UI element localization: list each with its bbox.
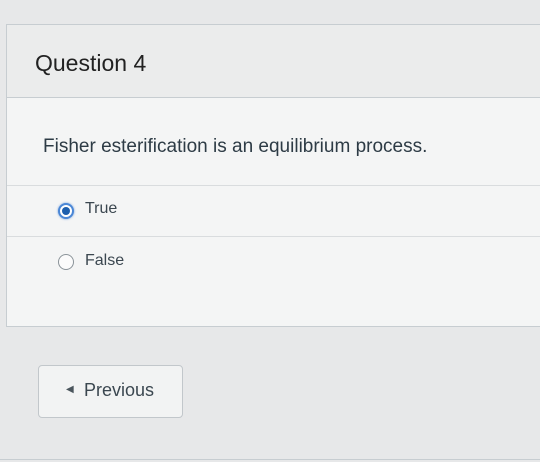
- question-title: Question 4: [35, 50, 147, 76]
- answer-option-true[interactable]: True: [7, 185, 540, 236]
- previous-button[interactable]: ◀ Previous: [38, 365, 183, 418]
- question-text: Fisher esterification is an equilibrium …: [43, 136, 428, 157]
- previous-label: Previous: [84, 380, 155, 400]
- bottom-divider: [0, 459, 540, 460]
- question-card: Question 4 Fisher esterification is an e…: [6, 24, 540, 327]
- answer-option-false[interactable]: False: [7, 236, 540, 287]
- radio-button-unselected[interactable]: [58, 254, 74, 270]
- chevron-left-icon: ◀: [66, 384, 74, 395]
- answer-label-true: True: [85, 200, 118, 217]
- answer-label-false: False: [85, 252, 125, 269]
- radio-button-selected[interactable]: [58, 203, 74, 219]
- question-header: Question 4: [7, 25, 540, 98]
